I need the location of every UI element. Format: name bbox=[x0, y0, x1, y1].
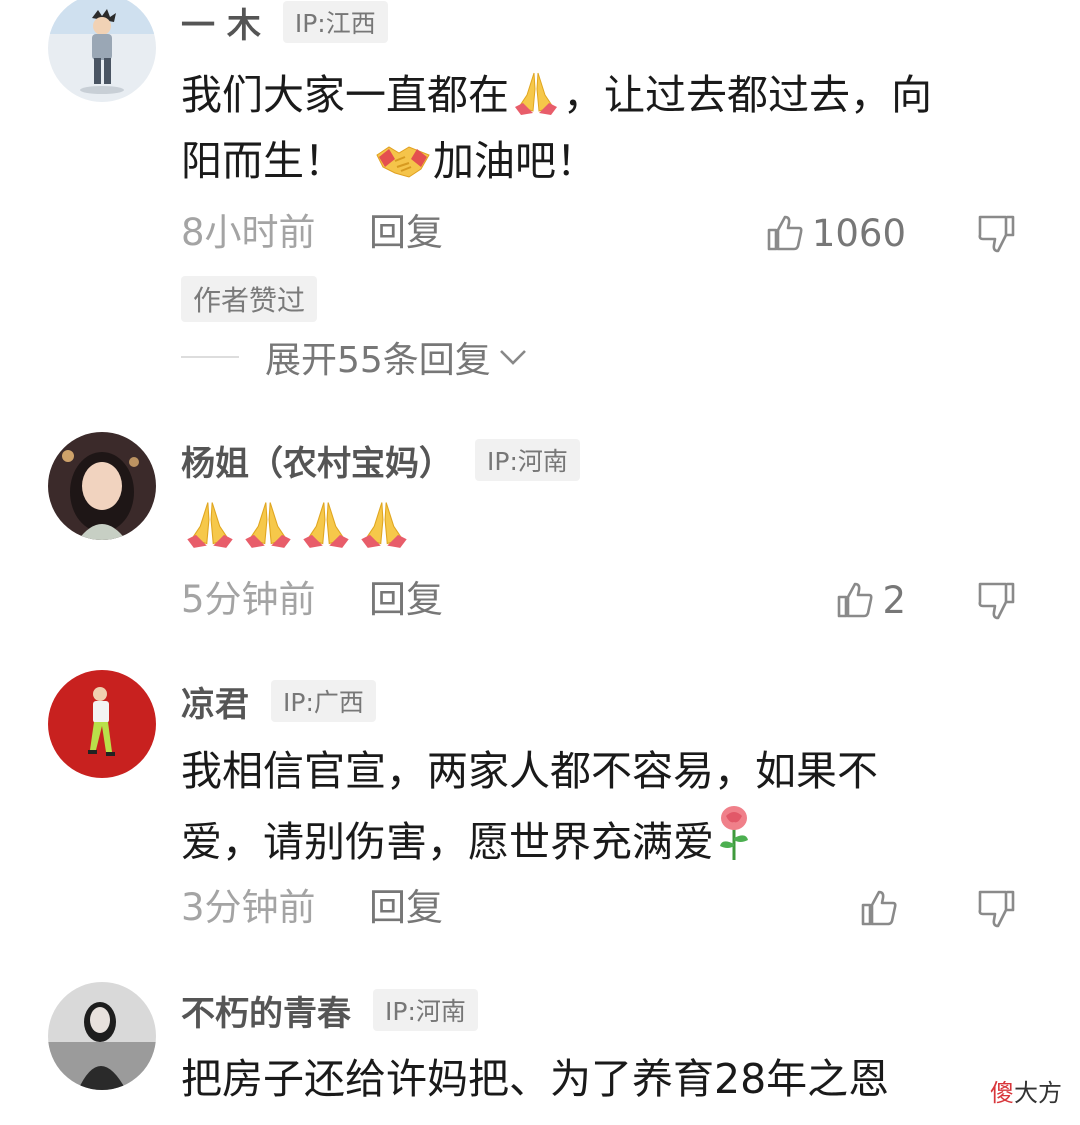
timestamp: 3分钟前 bbox=[181, 886, 316, 929]
avatar[interactable] bbox=[48, 670, 156, 778]
comment-text-segment: 爱，请别伤害，愿世界充满爱 bbox=[181, 818, 714, 866]
name-row: 一 木 IP:江西 bbox=[181, 0, 388, 47]
ip-badge: IP:江西 bbox=[282, 1, 388, 43]
author-liked-badge: 作者赞过 bbox=[181, 276, 318, 322]
timestamp: 8小时前 bbox=[181, 211, 316, 254]
timestamp: 5分钟前 bbox=[181, 578, 316, 621]
ip-badge: IP:广西 bbox=[271, 680, 376, 722]
comment-text-line: 把房子还给许妈把、为了养育28年之恩 bbox=[181, 1055, 890, 1103]
folded-hands-icon bbox=[299, 494, 353, 552]
watermark-rest: 大方 bbox=[1014, 1079, 1062, 1107]
dislike-button[interactable] bbox=[976, 213, 1016, 257]
like-button[interactable]: 2 bbox=[836, 576, 906, 624]
reply-button[interactable]: 回复 bbox=[369, 209, 443, 257]
comment-meta: 5分钟前 回复 2 bbox=[181, 576, 1041, 624]
comment-text: 我们大家一直都在 ，让过去都过去，向 阳而生！ 加油吧！ bbox=[181, 62, 1021, 194]
folded-hands-icon bbox=[241, 494, 295, 552]
comment-text bbox=[181, 494, 1021, 565]
username[interactable]: 杨姐（农村宝妈） bbox=[181, 436, 453, 485]
avatar[interactable] bbox=[48, 432, 156, 540]
folded-hands-icon bbox=[357, 494, 411, 552]
comment-meta: 8小时前 回复 1060 bbox=[181, 209, 1041, 257]
like-button[interactable]: 1060 bbox=[766, 209, 906, 257]
comment-text-segment: 加油吧！ bbox=[433, 137, 597, 185]
name-row: 杨姐（农村宝妈） IP:河南 bbox=[181, 436, 580, 485]
avatar[interactable] bbox=[48, 982, 156, 1090]
comment-text-segment: ，让过去都过去，向 bbox=[563, 71, 932, 119]
thumbs-down-icon bbox=[978, 890, 1015, 928]
username[interactable]: 一 木 bbox=[181, 0, 261, 47]
ip-badge: IP:河南 bbox=[373, 989, 478, 1031]
thumbs-up-icon bbox=[861, 890, 897, 926]
username[interactable]: 凉君 bbox=[181, 677, 249, 726]
comment-text-segment: 我们大家一直都在 bbox=[181, 71, 509, 119]
comment-text-segment: 阳而生！ bbox=[181, 137, 345, 185]
avatar[interactable] bbox=[48, 0, 156, 102]
name-row: 凉君 IP:广西 bbox=[181, 677, 376, 726]
reply-button[interactable]: 回复 bbox=[369, 576, 443, 624]
like-count: 1060 bbox=[811, 211, 906, 255]
thumbs-down-icon bbox=[978, 215, 1015, 253]
folded-hands-icon bbox=[183, 494, 237, 552]
reply-button[interactable]: 回复 bbox=[369, 884, 443, 932]
username[interactable]: 不朽的青春 bbox=[181, 986, 351, 1035]
thumbs-up-icon bbox=[838, 582, 873, 618]
chevron-down-icon bbox=[499, 350, 526, 365]
comment-text: 我相信官宣，两家人都不容易，如果不 爱，请别伤害，愿世界充满爱 bbox=[181, 738, 1021, 875]
comment-text: 把房子还给许妈把、为了养育28年之恩 bbox=[181, 1046, 1021, 1112]
rose-icon bbox=[716, 804, 752, 862]
thumbs-up-icon bbox=[767, 215, 803, 251]
divider bbox=[181, 356, 239, 358]
comment-meta: 3分钟前 回复 bbox=[181, 884, 1041, 932]
dislike-button[interactable] bbox=[976, 580, 1016, 624]
handshake-icon bbox=[375, 137, 431, 181]
expand-replies-label: 展开55条回复 bbox=[265, 340, 491, 381]
expand-replies-button[interactable]: 展开55条回复 bbox=[181, 334, 529, 381]
name-row: 不朽的青春 IP:河南 bbox=[181, 986, 478, 1035]
folded-hands-icon bbox=[511, 69, 561, 115]
ip-badge: IP:河南 bbox=[475, 439, 580, 481]
watermark: 傻大方 bbox=[990, 1073, 1062, 1108]
dislike-button[interactable] bbox=[976, 888, 1016, 932]
like-count: 2 bbox=[882, 578, 906, 622]
watermark-first-char: 傻 bbox=[990, 1079, 1014, 1107]
thumbs-down-icon bbox=[978, 582, 1015, 620]
comment-text-line: 我相信官宣，两家人都不容易，如果不 bbox=[181, 747, 878, 795]
like-button[interactable] bbox=[860, 884, 906, 932]
